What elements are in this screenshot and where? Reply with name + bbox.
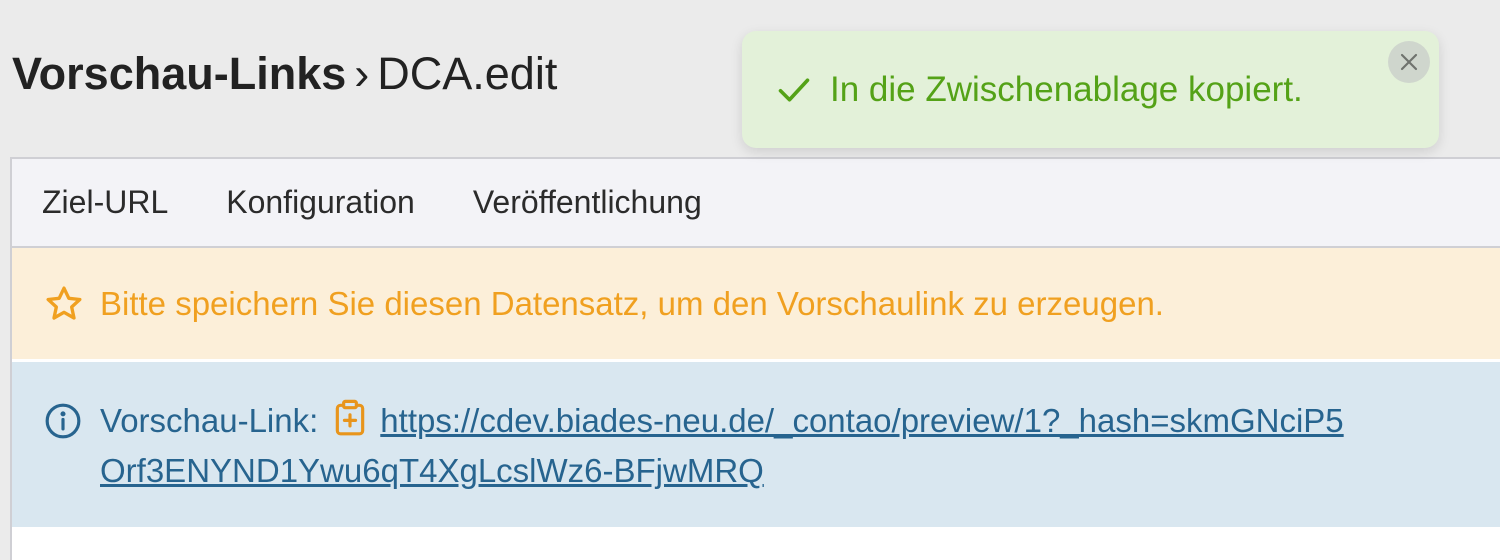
tab-veroeffentlichung[interactable]: Veröffentlichung	[473, 184, 702, 221]
clipboard-icon[interactable]	[334, 399, 366, 437]
breadcrumb-current: DCA.edit	[377, 48, 558, 99]
close-icon[interactable]	[1388, 41, 1430, 83]
toast-notification: In die Zwischenablage kopiert.	[742, 31, 1439, 148]
tab-konfiguration[interactable]: Konfiguration	[226, 184, 415, 221]
page: Vorschau-Links › DCA.edit Ziel-URL Konfigu…	[0, 0, 1500, 560]
check-icon	[776, 72, 812, 108]
edit-panel: Ziel-URL Konfiguration Veröffentlichung …	[10, 157, 1500, 560]
warning-text: Bitte speichern Sie diesen Datensatz, um…	[100, 284, 1164, 322]
warning-message: Bitte speichern Sie diesen Datensatz, um…	[12, 248, 1500, 362]
breadcrumb-separator: ›	[354, 48, 370, 99]
breadcrumb-main[interactable]: Vorschau-Links	[12, 48, 346, 99]
tab-bar: Ziel-URL Konfiguration Veröffentlichung	[12, 159, 1500, 248]
star-icon	[44, 284, 84, 324]
tab-ziel-url[interactable]: Ziel-URL	[42, 184, 168, 221]
preview-link-label: Vorschau-Link:	[100, 402, 319, 439]
info-icon	[44, 402, 82, 440]
info-message: Vorschau-Link: https://cdev.biades-neu.d…	[12, 362, 1500, 527]
page-title: Vorschau-Links › DCA.edit	[12, 48, 557, 100]
toast-message: In die Zwischenablage kopiert.	[830, 69, 1303, 109]
info-body: Vorschau-Link: https://cdev.biades-neu.d…	[100, 396, 1360, 496]
